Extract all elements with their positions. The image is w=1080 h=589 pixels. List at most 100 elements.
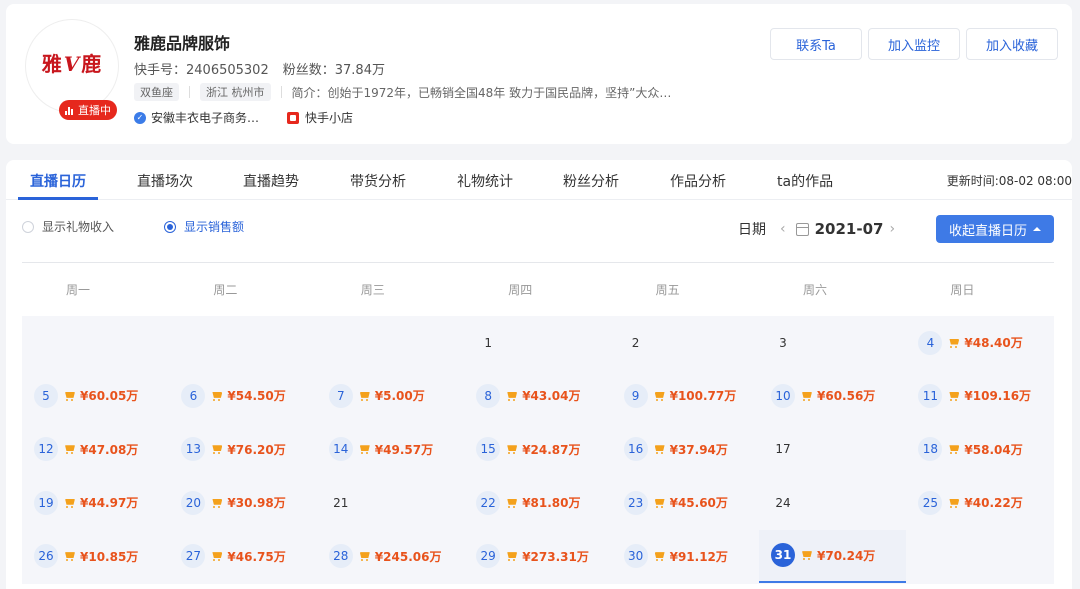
day-number[interactable]: 21	[329, 491, 353, 515]
day-number[interactable]: 12	[34, 437, 58, 462]
tab-works-analysis[interactable]: 作品分析	[670, 171, 726, 191]
day-number[interactable]: 1	[476, 331, 500, 355]
calendar-day-cell[interactable]: 16 ¥37.94万	[612, 423, 759, 476]
calendar-day-cell[interactable]: 15 ¥24.87万	[464, 423, 611, 476]
day-number[interactable]: 30	[623, 544, 648, 569]
day-number[interactable]: 6	[181, 383, 206, 408]
sales-amount: ¥76.20万	[227, 442, 286, 457]
day-number[interactable]: 24	[771, 491, 795, 515]
sales-amount: ¥45.60万	[669, 496, 728, 511]
calendar-day-cell[interactable]: 11 ¥109.16万	[906, 369, 1053, 422]
day-number[interactable]: 11	[918, 383, 943, 408]
add-favorite-button[interactable]: 加入收藏	[966, 28, 1058, 60]
live-badge[interactable]: 直播中	[59, 100, 117, 120]
calendar-icon[interactable]	[795, 222, 809, 236]
day-number[interactable]: 15	[476, 437, 501, 462]
tab-sales-analysis[interactable]: 带货分析	[350, 171, 406, 191]
shop-name[interactable]: 快手小店	[305, 109, 353, 126]
add-monitor-button[interactable]: 加入监控	[868, 28, 960, 60]
calendar-day-cell[interactable]: 31 ¥70.24万	[759, 529, 906, 583]
day-number[interactable]: 9	[623, 383, 648, 408]
tab-fans-analysis[interactable]: 粉丝分析	[563, 171, 619, 191]
day-number[interactable]: 7	[328, 383, 353, 408]
calendar-day-cell[interactable]: 23 ¥45.60万	[612, 476, 759, 529]
day-number[interactable]: 25	[918, 490, 943, 515]
day-number[interactable]: 13	[181, 437, 206, 462]
cart-icon	[64, 551, 76, 562]
collapse-calendar-button[interactable]: 收起直播日历	[936, 215, 1054, 243]
calendar-day-cell[interactable]: 20 ¥30.98万	[169, 476, 316, 529]
fans-count: 粉丝数：37.84万	[282, 63, 385, 78]
calendar-day-cell[interactable]: 8 ¥43.04万	[464, 369, 611, 422]
calendar-day-cell[interactable]: 25 ¥40.22万	[906, 476, 1053, 529]
cart-icon	[359, 391, 371, 401]
calendar-day-cell[interactable]: 12 ¥47.08万	[22, 423, 169, 476]
day-number[interactable]: 29	[476, 544, 501, 569]
weekday-label: 周三	[360, 283, 385, 297]
tab-ta-works[interactable]: ta的作品	[777, 171, 833, 191]
calendar-day-cell[interactable]: 24	[759, 476, 906, 529]
day-number[interactable]: 18	[918, 437, 943, 462]
day-number[interactable]: 17	[771, 437, 795, 461]
calendar-day-cell[interactable]: 27 ¥46.75万	[169, 530, 316, 583]
radio-dot[interactable]	[164, 220, 177, 233]
day-number[interactable]: 10	[771, 383, 795, 408]
day-number[interactable]: 31	[771, 543, 795, 568]
radio-label: 显示礼物收入	[42, 220, 115, 234]
weekday-header: 周一 周二 周三 周四 周五 周六 周日	[22, 281, 1054, 301]
day-number[interactable]: 19	[34, 490, 58, 515]
day-number[interactable]: 16	[623, 437, 648, 462]
calendar-day-cell[interactable]: 21	[317, 476, 464, 529]
cart-icon	[211, 444, 223, 455]
month-value[interactable]: 2021-07	[815, 220, 884, 238]
sales-amount: ¥273.31万	[522, 549, 589, 564]
day-number[interactable]: 28	[328, 544, 353, 569]
day-number[interactable]: 26	[34, 544, 58, 569]
calendar-day-cell[interactable]: 28 ¥245.06万	[317, 530, 464, 583]
day-number[interactable]: 5	[34, 383, 58, 408]
calendar-day-cell[interactable]: 19 ¥44.97万	[22, 476, 169, 529]
day-number[interactable]: 27	[181, 544, 206, 569]
calendar-day-cell[interactable]: 3	[759, 316, 906, 369]
day-number[interactable]: 2	[624, 331, 648, 355]
next-month-chevron-icon[interactable]: ›	[883, 221, 901, 237]
day-number[interactable]: 20	[181, 490, 206, 515]
day-number[interactable]: 22	[476, 490, 501, 515]
calendar-day-cell[interactable]: 22 ¥81.80万	[464, 476, 611, 529]
kuaishou-id: 快手号：2406505302	[134, 63, 269, 78]
day-number[interactable]: 23	[623, 490, 648, 515]
logo-v-mark: V	[63, 52, 81, 76]
radio-sales-amount[interactable]: 显示销售额	[164, 218, 244, 235]
calendar-day-cell[interactable]: 7 ¥5.00万	[317, 369, 464, 422]
calendar-day-cell[interactable]: 17	[759, 423, 906, 476]
calendar-day-cell[interactable]: 5 ¥60.05万	[22, 369, 169, 422]
calendar-day-cell[interactable]: 26 ¥10.85万	[22, 530, 169, 583]
calendar-day-cell[interactable]: 14 ¥49.57万	[317, 423, 464, 476]
sales-amount: ¥54.50万	[227, 389, 286, 404]
tab-gift-stats[interactable]: 礼物统计	[457, 171, 513, 191]
company-name[interactable]: 安徽丰衣电子商务…	[151, 109, 259, 126]
calendar-day-cell[interactable]: 30 ¥91.12万	[612, 530, 759, 583]
prev-month-chevron-icon[interactable]: ‹	[774, 221, 792, 237]
calendar-day-cell[interactable]: 29 ¥273.31万	[464, 530, 611, 583]
day-number[interactable]: 4	[918, 330, 943, 355]
calendar-day-cell[interactable]: 13 ¥76.20万	[169, 423, 316, 476]
tab-live-calendar[interactable]: 直播日历	[30, 171, 86, 191]
tab-live-trend[interactable]: 直播趋势	[243, 171, 299, 191]
calendar-day-cell[interactable]: 10 ¥60.56万	[759, 369, 906, 422]
radio-gift-income[interactable]: 显示礼物收入	[22, 218, 114, 235]
calendar-day-cell[interactable]: 6 ¥54.50万	[169, 369, 316, 422]
sales-amount: ¥245.06万	[374, 549, 442, 564]
cart-icon	[211, 498, 223, 508]
contact-button[interactable]: 联系Ta	[770, 28, 862, 60]
calendar-day-cell[interactable]: 4 ¥48.40万	[906, 316, 1053, 369]
tab-live-sessions[interactable]: 直播场次	[137, 171, 193, 191]
day-number[interactable]: 3	[771, 331, 795, 355]
calendar-day-cell[interactable]: 2	[612, 316, 759, 369]
calendar-day-cell[interactable]: 18 ¥58.04万	[906, 423, 1053, 476]
day-number[interactable]: 8	[476, 383, 501, 408]
day-number[interactable]: 14	[328, 437, 353, 462]
radio-dot[interactable]	[22, 220, 34, 233]
calendar-day-cell[interactable]: 9 ¥100.77万	[612, 369, 759, 422]
calendar-day-cell[interactable]: 1	[464, 316, 611, 369]
